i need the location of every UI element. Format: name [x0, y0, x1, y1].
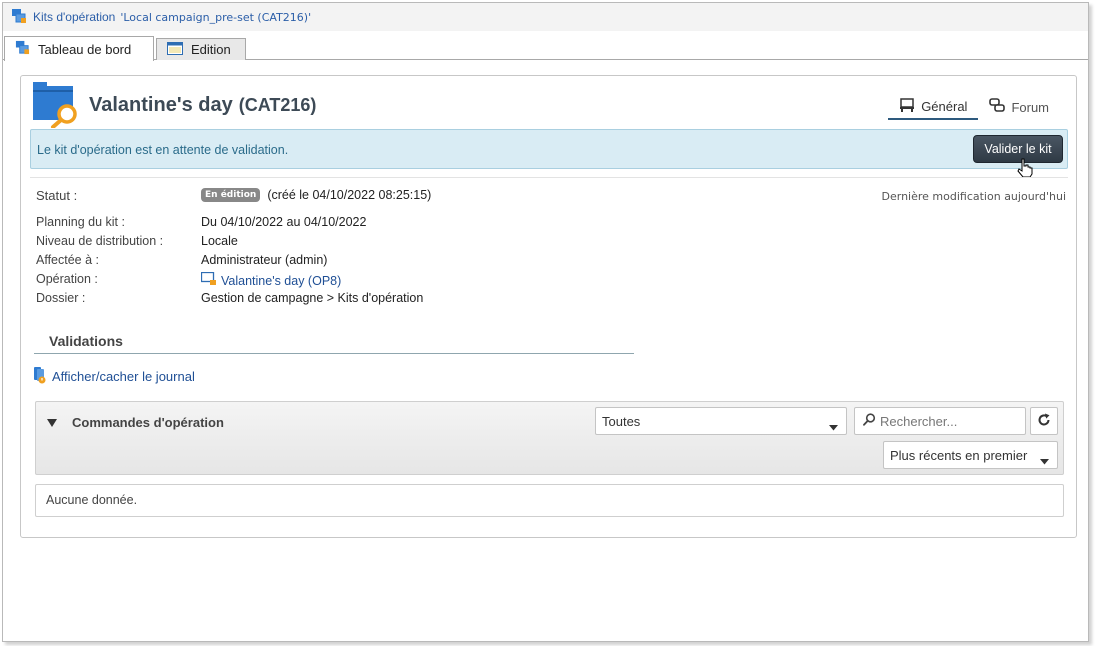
info-value: Gestion de campagne > Kits d'opération [201, 291, 424, 305]
info-key: Planning du kit : [36, 215, 125, 229]
toggle-journal-text: Afficher/cacher le journal [52, 369, 195, 384]
window-icon [167, 41, 183, 58]
info-row-distribution: Niveau de distribution : Locale [36, 234, 1066, 253]
search-box[interactable] [854, 407, 1026, 435]
tab-edition[interactable]: Edition [156, 38, 246, 60]
operation-link[interactable]: Valantine's day (OP8) [200, 271, 342, 289]
view-tab-general[interactable]: Général [888, 94, 979, 120]
tab-edition-label: Edition [191, 42, 231, 57]
search-input[interactable] [880, 413, 1020, 429]
info-key: Opération : [36, 272, 98, 286]
empty-list: Aucune donnée. [35, 484, 1064, 517]
window-title: Kits d'opération [33, 10, 116, 24]
divider [30, 177, 1068, 178]
status-value: En édition (créé le 04/10/2022 08:25:15) [201, 188, 431, 202]
view-switcher: Général Forum [888, 94, 1060, 120]
validation-banner: Le kit d'opération est en attente de val… [30, 129, 1068, 178]
kit-info: Statut : En édition (créé le 04/10/2022 … [36, 186, 1066, 310]
validations-section: Validations [34, 326, 634, 354]
filter-select-value: Toutes [602, 413, 641, 429]
window-subtitle: 'Local campaign_pre-set (CAT216)' [120, 10, 312, 24]
chevron-down-icon [829, 419, 838, 434]
tab-dashboard-label: Tableau de bord [38, 41, 132, 57]
info-key: Niveau de distribution : [36, 234, 164, 248]
kit-code: (CAT216) [238, 95, 317, 115]
refresh-icon [1037, 413, 1051, 430]
desk-icon [899, 97, 915, 115]
operation-kit-icon [11, 8, 27, 27]
operation-link-text: Valantine's day (OP8) [221, 273, 342, 288]
view-tab-forum-label: Forum [1011, 99, 1049, 115]
view-tab-general-label: Général [921, 98, 968, 114]
sort-select[interactable]: Plus récents en premier [883, 441, 1058, 469]
info-key: Affectée à : [36, 253, 100, 267]
main-window: Kits d'opération 'Local campaign_pre-set… [2, 2, 1089, 642]
status-badge: En édition [201, 188, 261, 202]
info-value: Locale [201, 234, 238, 248]
banner-message: Le kit d'opération est en attente de val… [37, 143, 289, 157]
view-tab-forum[interactable]: Forum [978, 94, 1060, 120]
kit-header: Valantine's day (CAT216) Général Forum [31, 80, 1068, 131]
operation-icon [200, 271, 217, 289]
page-title: Valantine's day (CAT216) [89, 94, 316, 117]
journal-icon [33, 366, 47, 387]
operation-commands-box: Commandes d'opération Toutes Rechercher.… [35, 401, 1064, 475]
collapse-triangle-icon[interactable] [46, 417, 58, 431]
info-row-folder: Dossier : Gestion de campagne > Kits d'o… [36, 291, 1066, 310]
info-row-planning: Planning du kit : Du 04/10/2022 au 04/10… [36, 215, 1066, 234]
last-modified: Dernière modification aujourd'hui [881, 190, 1066, 203]
search-icon [863, 413, 876, 429]
status-row: Statut : En édition (créé le 04/10/2022 … [36, 186, 1066, 215]
toggle-journal-link[interactable]: Afficher/cacher le journal [33, 366, 195, 387]
info-row-assigned: Affectée à : Administrateur (admin) [36, 253, 1066, 272]
chevron-down-icon [1040, 453, 1049, 468]
status-created: (créé le 04/10/2022 08:25:15) [267, 188, 432, 202]
kit-name: Valantine's day [89, 94, 233, 116]
folder-search-icon [31, 80, 81, 131]
dashboard-panel: Valantine's day (CAT216) Général Forum L… [20, 75, 1077, 538]
sort-select-value: Plus récents en premier [890, 447, 1028, 463]
status-label: Statut : [36, 188, 78, 203]
tab-dashboard[interactable]: Tableau de bord [4, 36, 154, 61]
tab-bar: Tableau de bord Edition [3, 36, 1088, 61]
info-key: Dossier : [36, 291, 86, 305]
refresh-button[interactable] [1030, 407, 1058, 435]
chat-icon [989, 98, 1006, 116]
commands-title: Commandes d'opération [72, 415, 224, 430]
empty-text: Aucune donnée. [46, 493, 138, 507]
validations-title: Validations [49, 333, 123, 349]
info-row-operation: Opération : Valantine's day (OP8) [36, 271, 1066, 291]
info-value: Administrateur (admin) [201, 253, 328, 267]
dashboard-icon [15, 40, 30, 58]
title-bar: Kits d'opération 'Local campaign_pre-set… [3, 3, 1088, 31]
filter-select[interactable]: Toutes [595, 407, 847, 435]
info-value: Du 04/10/2022 au 04/10/2022 [201, 215, 367, 229]
